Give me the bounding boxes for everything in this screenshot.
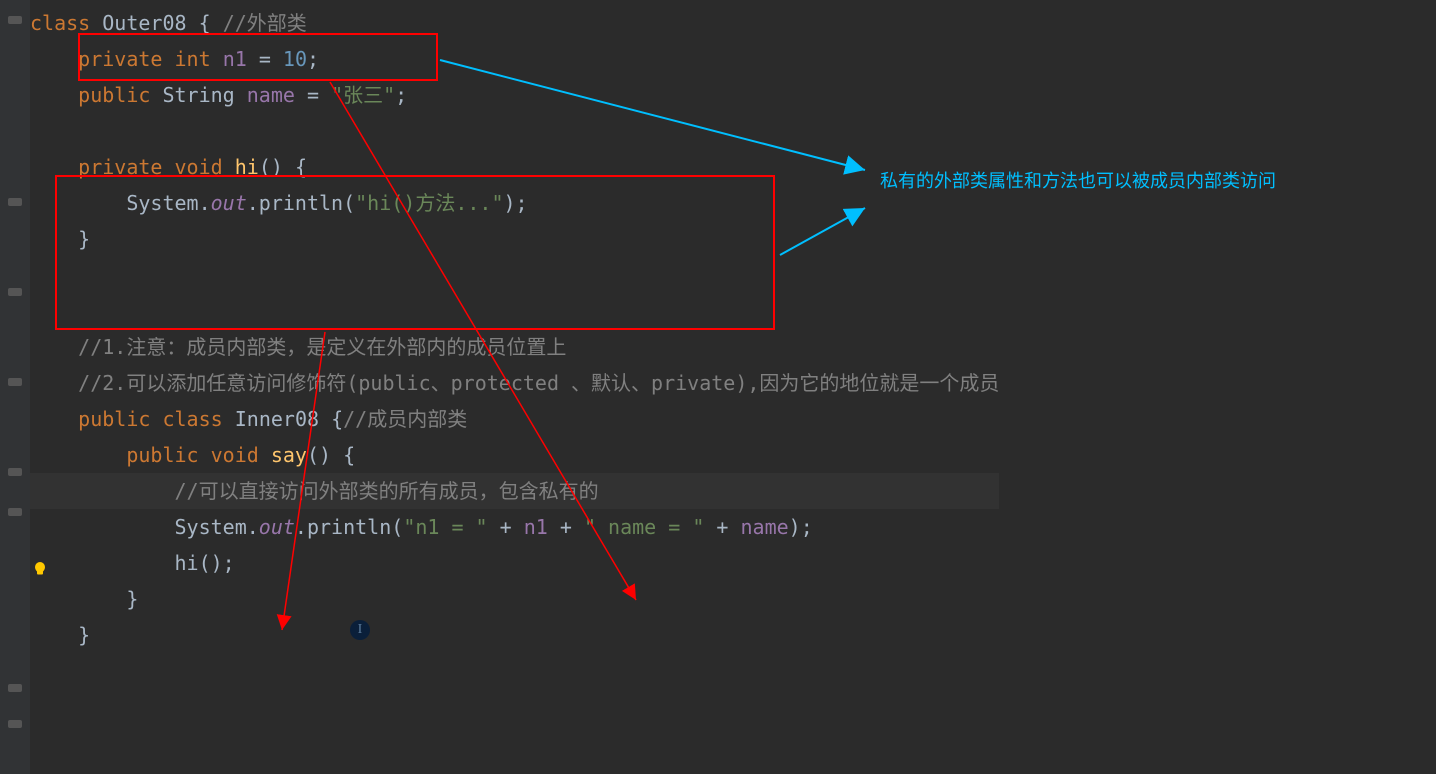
code-line: System.out.println("hi()方法..."); <box>30 185 999 221</box>
code-line <box>30 113 999 149</box>
code-editor[interactable]: class Outer08 { //外部类 private int n1 = 1… <box>30 0 999 658</box>
code-line: //1.注意：成员内部类，是定义在外部内的成员位置上 <box>30 329 999 365</box>
code-line <box>30 257 999 293</box>
code-line: private int n1 = 10; <box>30 41 999 77</box>
code-line: hi(); <box>30 545 999 581</box>
annotation-text: 私有的外部类属性和方法也可以被成员内部类访问 <box>880 165 1276 197</box>
code-line <box>30 293 999 329</box>
code-line-active: //可以直接访问外部类的所有成员，包含私有的 <box>30 473 999 509</box>
code-line: class Outer08 { //外部类 <box>30 5 999 41</box>
intention-bulb-icon[interactable] <box>32 552 48 568</box>
code-line: public String name = "张三"; <box>30 77 999 113</box>
code-line: System.out.println("n1 = " + n1 + " name… <box>30 509 999 545</box>
code-line: public void say() { <box>30 437 999 473</box>
text-cursor-icon <box>350 620 370 640</box>
editor-gutter <box>0 0 30 774</box>
code-line: public class Inner08 {//成员内部类 <box>30 401 999 437</box>
code-line: //2.可以添加任意访问修饰符(public、protected 、默认、pri… <box>30 365 999 401</box>
code-line: } <box>30 617 999 653</box>
code-line: private void hi() { <box>30 149 999 185</box>
code-line: } <box>30 581 999 617</box>
code-line: } <box>30 221 999 257</box>
